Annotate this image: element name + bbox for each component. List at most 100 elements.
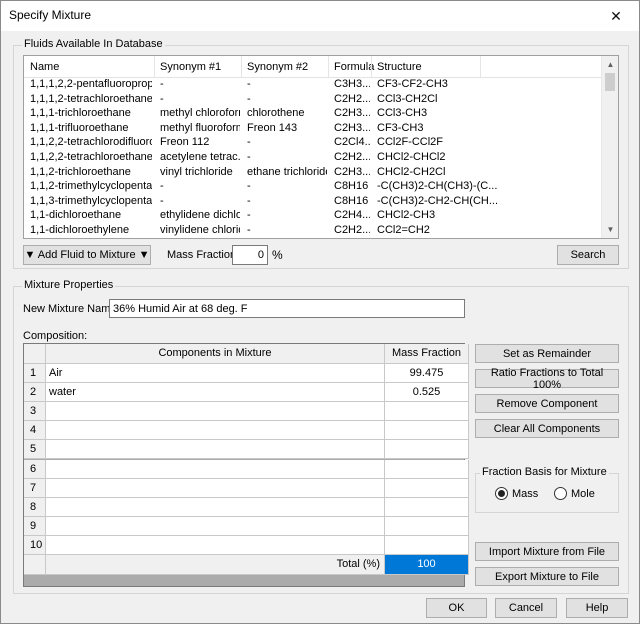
fluids-list[interactable]: Name Synonym #1 Synonym #2 Formula Struc… — [23, 55, 619, 239]
fluid-row[interactable]: 1,1,1-trichloroethane methyl chloroform ch… — [24, 107, 604, 122]
mass-fraction-input[interactable] — [232, 245, 268, 265]
component-cell[interactable] — [46, 459, 385, 479]
fluid-name: 1,1-dichloroethane — [30, 209, 122, 222]
help-button[interactable]: Help — [566, 598, 628, 618]
total-label: Total (%) — [46, 555, 385, 575]
scroll-thumb[interactable] — [605, 73, 615, 91]
ok-button[interactable]: OK — [426, 598, 487, 618]
fluids-database-label: Fluids Available In Database — [22, 38, 165, 50]
total-value: 100 — [385, 555, 469, 575]
scroll-down-icon[interactable]: ▼ — [602, 221, 618, 238]
set-as-remainder-button[interactable]: Set as Remainder — [475, 344, 619, 363]
ratio-fractions-button[interactable]: Ratio Fractions to Total 100% — [475, 367, 619, 391]
basis-mass-label[interactable]: Mass — [512, 488, 538, 500]
fluid-synonym2: - — [247, 194, 251, 207]
grid-row-number: 9 — [24, 516, 46, 536]
scroll-up-icon[interactable]: ▲ — [602, 56, 618, 73]
fluid-row[interactable]: 1,1,2,2-tetrachloroethane acetylene tetra… — [24, 151, 604, 166]
fluid-synonym1: ethylidene dichlo... — [160, 209, 240, 222]
fluid-name: 1,1,1,2,2-pentafluoropropane — [30, 78, 152, 90]
fluid-name: 1,1-dichloroethylene — [30, 224, 130, 236]
fluid-structure: CHCl2-CH3 — [377, 209, 436, 222]
mass-fraction-cell[interactable] — [385, 402, 469, 422]
mass-fraction-cell[interactable] — [385, 459, 469, 479]
column-header-synonym1[interactable]: Synonym #1 — [160, 61, 221, 73]
fluid-formula: C2H2... — [334, 224, 370, 236]
fluid-synonym1: - — [160, 180, 164, 193]
mixture-name-label: New Mixture Name: — [23, 303, 120, 315]
mass-fraction-cell[interactable]: 0.525 — [385, 383, 469, 403]
component-cell[interactable] — [46, 421, 385, 441]
mass-fraction-column-header: Mass Fraction (%) — [385, 344, 469, 378]
column-header-formula[interactable]: Formula — [334, 61, 374, 73]
mass-fraction-cell[interactable] — [385, 421, 469, 441]
fraction-basis-label: Fraction Basis for Mixture — [480, 466, 609, 478]
component-cell[interactable]: Air — [46, 364, 385, 384]
export-mixture-button[interactable]: Export Mixture to File — [475, 567, 619, 586]
grid-row-number: 7 — [24, 478, 46, 498]
fluid-structure: CF3-CH3 — [377, 121, 424, 134]
basis-mole-label[interactable]: Mole — [571, 488, 595, 500]
fluid-synonym1: - — [160, 78, 164, 90]
grid-row-number: 4 — [24, 421, 46, 441]
mixture-name-input[interactable] — [109, 299, 465, 318]
fluid-name: 1,1,2-trimethylcyclopentane — [30, 180, 152, 193]
fluid-structure: CCl2=CH2 — [377, 224, 430, 236]
fluid-structure: CCl3-CH2Cl — [377, 92, 438, 105]
composition-label: Composition: — [23, 330, 88, 342]
fluid-formula: C2Cl4... — [334, 136, 370, 149]
mass-fraction-cell[interactable] — [385, 535, 469, 555]
fluid-synonym2: - — [247, 78, 251, 90]
component-cell[interactable] — [46, 402, 385, 422]
close-icon[interactable]: ✕ — [593, 1, 639, 31]
specify-mixture-dialog: Specify Mixture ✕ Fluids Available In Da… — [0, 0, 640, 624]
fluid-formula: C2H2... — [334, 151, 370, 163]
basis-mole-radio[interactable] — [554, 487, 567, 500]
mass-fraction-unit: % — [272, 248, 283, 262]
add-fluid-to-mixture-button[interactable]: ▼ Add Fluid to Mixture ▼ — [23, 245, 151, 265]
column-header-structure[interactable]: Structure — [377, 61, 422, 73]
search-button[interactable]: Search — [557, 245, 619, 265]
column-header-synonym2[interactable]: Synonym #2 — [247, 61, 308, 73]
mass-fraction-cell[interactable] — [385, 478, 469, 498]
fluid-synonym1: Freon 112 — [160, 136, 210, 149]
fluid-synonym2: - — [247, 180, 251, 193]
grid-row-number: 1 — [24, 364, 46, 384]
component-cell[interactable]: water — [46, 383, 385, 403]
fluid-structure: CF3-CF2-CH3 — [377, 78, 448, 90]
component-cell[interactable] — [46, 516, 385, 536]
cancel-button[interactable]: Cancel — [495, 598, 557, 618]
component-cell[interactable] — [46, 478, 385, 498]
fluid-formula: C3H3... — [334, 78, 370, 90]
fluid-name: 1,1,2,2-tetrachloroethane — [30, 151, 152, 163]
fluid-row[interactable]: 1,1,2-trichloroethane vinyl trichloride et… — [24, 166, 604, 181]
grid-corner — [24, 344, 46, 364]
mass-fraction-cell[interactable] — [385, 497, 469, 517]
component-cell[interactable] — [46, 440, 385, 460]
fluids-list-scrollbar[interactable]: ▲ ▼ — [601, 56, 618, 238]
fluid-row[interactable]: 1,1,3-trimethylcyclopentane - - C8H16 -C(CH3… — [24, 195, 604, 210]
fluid-row[interactable]: 1,1,1-trifluoroethane methyl fluoroform Fr… — [24, 122, 604, 137]
fluid-structure: CHCl2-CHCl2 — [377, 151, 446, 163]
fluid-row[interactable]: 1,1,1,2,2-pentafluoropropane--C3H3...CF3… — [24, 78, 604, 93]
mass-fraction-cell[interactable]: 99.475 — [385, 364, 469, 384]
import-mixture-button[interactable]: Import Mixture from File — [475, 542, 619, 561]
grid-row-number: 2 — [24, 383, 46, 403]
window-title: Specify Mixture — [9, 8, 92, 22]
basis-mass-radio[interactable] — [495, 487, 508, 500]
fluid-row[interactable]: 1,1,2-trimethylcyclopentane - - C8H16 -C(CH3… — [24, 180, 604, 195]
remove-component-button[interactable]: Remove Component — [475, 394, 619, 413]
fluid-synonym1: - — [160, 92, 164, 105]
mass-fraction-cell[interactable] — [385, 440, 469, 460]
fluid-row[interactable]: 1,1,1,2-tetrachloroethane - - C2H2... CCl3-C… — [24, 93, 604, 108]
fluid-row[interactable]: 1,1-dichloroethylene vinylidene chloride-… — [24, 224, 604, 238]
fluid-row[interactable]: 1,1,2,2-tetrachlorodifluoroet... Freon 11… — [24, 136, 604, 151]
column-header-name[interactable]: Name — [30, 61, 59, 73]
clear-all-components-button[interactable]: Clear All Components — [475, 419, 619, 438]
fluid-formula: C8H16 — [334, 180, 369, 193]
fluid-row[interactable]: 1,1-dichloroethane ethylidene dichlo...- C… — [24, 209, 604, 224]
component-cell[interactable] — [46, 497, 385, 517]
component-cell[interactable] — [46, 535, 385, 555]
mass-fraction-cell[interactable] — [385, 516, 469, 536]
fluid-synonym2: ethane trichloride — [247, 165, 327, 178]
